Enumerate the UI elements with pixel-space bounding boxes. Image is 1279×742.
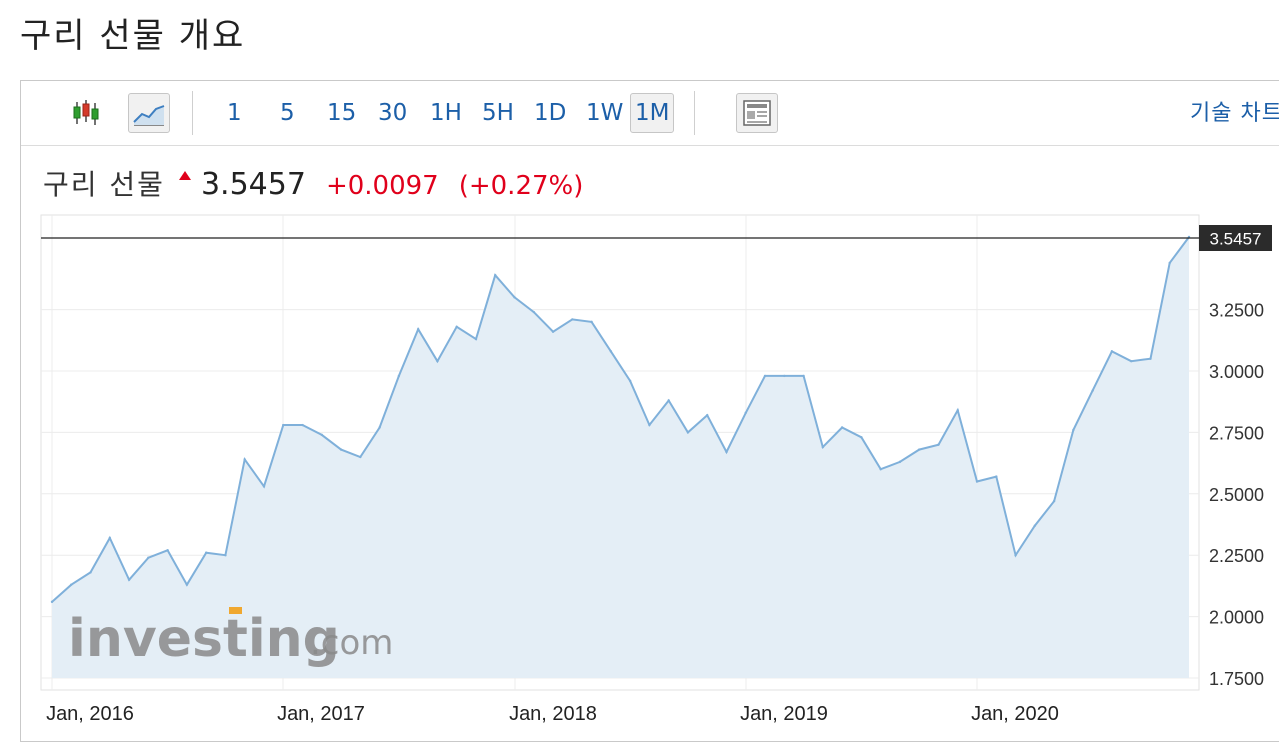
data-point [571,318,574,321]
data-point [802,374,805,378]
data-point [590,320,593,324]
data-point [860,436,863,439]
y-tick-label: 1.7500 [1209,669,1264,689]
watermark-logo: investing [68,609,340,669]
data-point [840,426,844,429]
data-point [956,409,959,412]
data-point [667,399,670,402]
data-point [763,374,767,378]
x-tick-label: Jan, 2016 [46,703,134,725]
data-point [224,554,227,557]
y-tick-label: 2.0000 [1209,608,1264,628]
y-tick-label: 2.2500 [1209,546,1264,566]
x-tick-label: Jan, 2018 [509,703,597,725]
data-point [301,423,304,427]
data-point [686,431,690,434]
data-point [494,274,497,277]
data-point [918,448,921,451]
y-tick-label: 2.5000 [1209,485,1264,505]
data-point [1168,261,1171,265]
data-point [185,583,189,586]
y-tick-label: 3.0000 [1209,362,1264,382]
data-point [127,578,131,581]
data-point [204,551,208,554]
data-point [70,583,73,586]
price-chart: 3.5457 3.2500 3.0000 2.7500 2.5000 2.2500 2.00… [40,214,1272,725]
data-point [513,296,516,299]
data-point [821,445,825,449]
data-point [879,468,882,471]
data-point [532,310,535,314]
data-point [282,423,285,427]
data-point [339,448,343,451]
data-point [1033,524,1037,527]
data-point [1052,499,1056,503]
data-point [262,485,266,488]
data-point [975,480,979,483]
y-tick-label: 2.7500 [1209,423,1264,443]
x-tick-label: Jan, 2020 [971,703,1059,725]
watermark-suffix: .com [310,623,393,663]
data-point [725,450,728,454]
data-point [783,374,786,378]
data-point [416,328,420,331]
data-point [1129,359,1133,363]
data-point [551,330,555,333]
data-point [455,325,458,328]
data-point [166,549,169,552]
watermark-accent [229,607,242,614]
data-point [937,443,940,446]
data-point [50,600,54,604]
data-point [995,475,998,478]
data-point [147,556,150,559]
data-point [474,337,478,341]
data-point [397,374,401,378]
data-point [359,455,362,459]
data-point [378,426,381,429]
data-point [648,423,651,427]
x-tick-label: Jan, 2017 [277,703,365,725]
data-point [1072,428,1075,432]
data-point [1014,554,1017,557]
data-point [108,536,112,540]
data-point [706,414,709,417]
data-point [243,458,246,461]
data-point [609,350,613,353]
data-point [89,571,92,574]
data-point [1091,389,1094,392]
data-point [436,359,439,363]
data-point [898,460,902,464]
data-point [744,411,747,414]
x-tick-label: Jan, 2019 [740,703,828,725]
last-price-tag-label: 3.5457 [1210,230,1262,249]
data-point [628,379,632,383]
data-point [1149,357,1152,360]
y-tick-label: 3.2500 [1209,301,1264,321]
data-point [320,433,323,437]
data-point [1110,350,1114,353]
